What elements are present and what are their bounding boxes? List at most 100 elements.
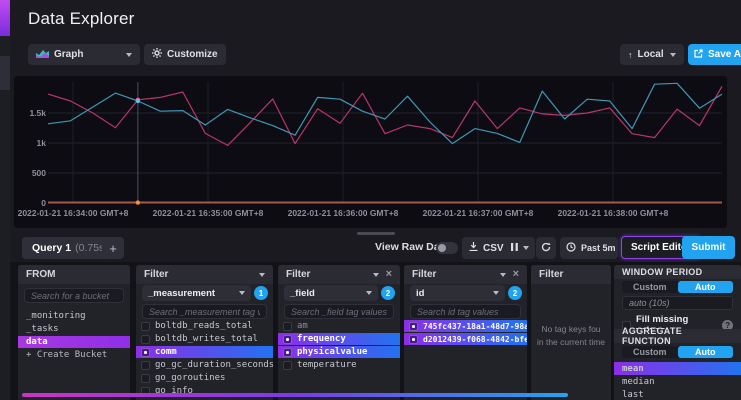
- bucket-item[interactable]: _tasks: [18, 323, 130, 335]
- chevron-down-icon: [670, 53, 676, 57]
- tag-value-item-selected[interactable]: comm: [136, 346, 273, 358]
- chevron-down-icon[interactable]: [373, 273, 379, 277]
- download-icon: [469, 242, 478, 254]
- chevron-down-icon[interactable]: [259, 273, 265, 277]
- aggregate-function-header: AGGREGATE FUNCTION: [614, 329, 741, 343]
- nav-logo[interactable]: [0, 0, 10, 36]
- aggregate-function-item[interactable]: median: [614, 375, 741, 388]
- save-as-label: Save As: [708, 49, 741, 60]
- csv-label: CSV: [483, 243, 504, 254]
- time-series-chart-panel: 1.5k 1k 500 0 2022-01-21 16:34:00 GMT+8 …: [14, 76, 727, 228]
- save-location-dropdown[interactable]: ↑ Local: [620, 44, 684, 65]
- time-range-dropdown[interactable]: Past 5m: [560, 237, 618, 259]
- tag-key-dropdown[interactable]: _measurement: [142, 285, 251, 301]
- x-axis-tick: 2022-01-21 16:34:00 GMT+8: [3, 208, 143, 218]
- tag-key-label: _field: [290, 288, 315, 299]
- close-icon[interactable]: ×: [386, 269, 392, 280]
- auto-option-selected[interactable]: Auto: [678, 346, 734, 358]
- checkbox-unchecked: [141, 322, 150, 331]
- save-as-icon: [694, 49, 703, 61]
- close-icon[interactable]: ×: [513, 269, 519, 280]
- window-period-input[interactable]: auto (10s): [622, 296, 733, 310]
- tag-value-item[interactable]: boltdb_writes_total: [136, 333, 273, 345]
- checkbox-checked: [409, 322, 418, 331]
- nav-item-active[interactable]: [0, 56, 10, 90]
- checkbox-checked: [141, 348, 150, 357]
- chevron-down-icon[interactable]: [500, 273, 506, 277]
- x-axis-tick: 2022-01-21 16:37:00 GMT+8: [408, 208, 548, 218]
- filter-panel-measurement: Filter _measurement 1 boltdb_reads_total…: [136, 265, 273, 400]
- chevron-down-icon: [523, 246, 529, 250]
- bucket-search-input[interactable]: [24, 288, 124, 303]
- panel-resize-handle[interactable]: [357, 232, 395, 235]
- tag-value-item[interactable]: temperature: [278, 359, 400, 371]
- window-period-mode-toggle[interactable]: Custom Auto: [622, 281, 733, 293]
- custom-option[interactable]: Custom: [622, 281, 678, 293]
- measurement-search-input[interactable]: [142, 304, 267, 319]
- chevron-down-icon: [366, 291, 372, 295]
- customize-button[interactable]: Customize: [144, 44, 226, 65]
- y-axis-tick: 0: [18, 198, 46, 208]
- chevron-down-icon: [493, 291, 499, 295]
- add-query-button[interactable]: +: [102, 237, 124, 259]
- window-aggregate-panel: WINDOW PERIOD Custom Auto auto (10s) Fil…: [614, 265, 741, 400]
- tag-value-item-selected[interactable]: d2012439-f068-4842-bfef-8…: [404, 333, 527, 345]
- custom-option[interactable]: Custom: [622, 346, 678, 358]
- filter-panel-title: Filter: [144, 269, 168, 280]
- aggregate-mode-toggle[interactable]: Custom Auto: [622, 346, 733, 358]
- checkbox-checked: [283, 335, 292, 344]
- filter-panel-id: Filter × id 2 745fc437-18a1-48d7-98a6-7……: [404, 265, 527, 400]
- graph-icon: [36, 48, 49, 61]
- view-raw-data-toggle[interactable]: [436, 242, 458, 254]
- y-axis-tick: 1.5k: [18, 108, 46, 118]
- selection-count-badge: 1: [254, 286, 268, 300]
- create-bucket-button[interactable]: + Create Bucket: [18, 349, 130, 361]
- time-series-chart: [14, 76, 727, 228]
- horizontal-scrollbar[interactable]: [22, 393, 568, 397]
- bucket-item-selected[interactable]: data: [18, 336, 130, 348]
- tag-value-item-selected[interactable]: physicalvalue: [278, 346, 400, 358]
- aggregate-function-item[interactable]: last: [614, 388, 741, 400]
- checkbox-unchecked: [141, 361, 150, 370]
- tag-value-item[interactable]: boltdb_reads_total: [136, 320, 273, 332]
- auto-option-selected[interactable]: Auto: [678, 281, 734, 293]
- tag-value-item[interactable]: go_gc_duration_seconds: [136, 359, 273, 371]
- x-axis-tick: 2022-01-21 16:36:00 GMT+8: [273, 208, 413, 218]
- refresh-button[interactable]: [536, 237, 556, 259]
- filter-panel-title: Filter: [539, 269, 563, 280]
- tag-value-item-selected[interactable]: 745fc437-18a1-48d7-98a6-7…: [404, 320, 527, 332]
- chevron-down-icon: [126, 53, 132, 57]
- query-tab-label: Query 1: [32, 242, 71, 254]
- time-range-label: Past 5m: [581, 243, 616, 253]
- csv-download-button[interactable]: CSV: [462, 237, 511, 259]
- tag-key-label: _measurement: [148, 288, 215, 299]
- tag-key-dropdown[interactable]: id: [410, 285, 505, 301]
- window-period-header: WINDOW PERIOD: [614, 265, 741, 279]
- selection-count-badge: 2: [381, 286, 395, 300]
- tag-key-dropdown[interactable]: _field: [284, 285, 378, 301]
- tag-key-label: id: [416, 288, 424, 299]
- tag-value-item[interactable]: am: [278, 320, 400, 332]
- aggregate-function-selected[interactable]: mean: [614, 362, 741, 375]
- clock-icon: [566, 242, 576, 255]
- checkbox-checked: [283, 348, 292, 357]
- visualization-type-dropdown[interactable]: Graph: [28, 44, 140, 65]
- field-search-input[interactable]: [284, 304, 394, 319]
- filter-panel-title: Filter: [412, 269, 436, 280]
- checkbox-checked: [409, 335, 418, 344]
- save-as-button[interactable]: Save As: [688, 44, 741, 65]
- y-axis-tick: 500: [18, 168, 46, 178]
- y-axis-tick: 1k: [18, 138, 46, 148]
- toggle-knob: [438, 244, 446, 252]
- pause-dropdown-button[interactable]: [505, 237, 535, 259]
- tag-value-item-selected[interactable]: frequency: [278, 333, 400, 345]
- bucket-item[interactable]: _monitoring: [18, 310, 130, 322]
- submit-button[interactable]: Submit: [682, 236, 735, 259]
- x-axis-tick: 2022-01-21 16:35:00 GMT+8: [138, 208, 278, 218]
- id-search-input[interactable]: [410, 304, 521, 319]
- checkbox-unchecked: [141, 335, 150, 344]
- no-tag-keys-note: No tag keys fou in the current time: [531, 323, 611, 349]
- customize-label: Customize: [167, 49, 218, 60]
- selection-count-badge: 2: [508, 286, 522, 300]
- tag-value-item[interactable]: go_goroutines: [136, 372, 273, 384]
